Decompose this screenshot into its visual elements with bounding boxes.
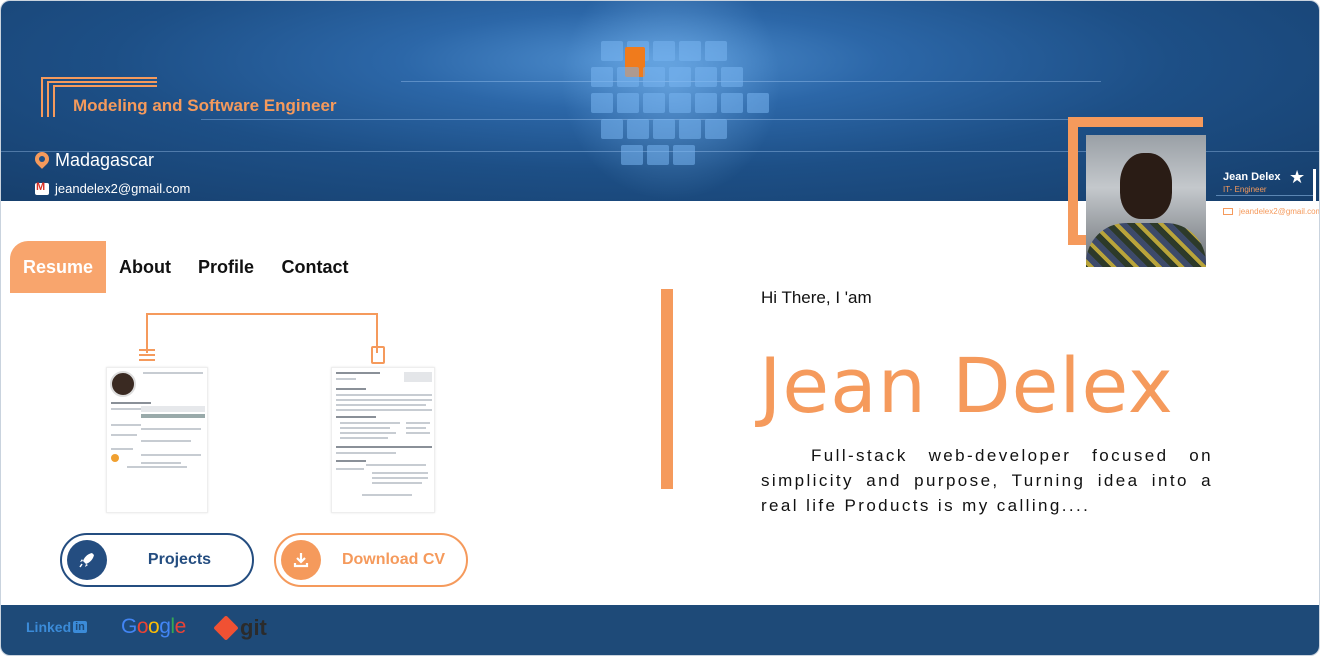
profile-card-email[interactable]: jeandelex2@gmail.com [1223,207,1319,216]
linkedin-icon-box: in [73,621,87,633]
banner-cube-graphic [581,11,781,191]
download-icon [281,540,321,580]
gmail-icon [35,181,49,195]
projects-button-label: Projects [147,551,212,568]
download-cv-button[interactable]: Download CV [274,533,468,587]
tab-resume[interactable]: Resume [10,241,106,293]
rocket-icon [67,540,107,580]
list-icon [139,349,155,365]
projects-button[interactable]: Projects [60,533,254,587]
location-text: Madagascar [55,150,155,170]
header-email[interactable]: jeandelex2@gmail.com [35,181,190,196]
git-icon [213,615,239,641]
tab-contact[interactable]: Contact [277,241,353,293]
page-frame: Modeling and Software Engineer Madagasca… [0,0,1320,656]
profile-card-email-text[interactable]: jeandelex2@gmail.com [1239,207,1319,216]
section-divider [661,289,673,489]
greeting-text: Hi There, I 'am [761,288,872,307]
job-title: Modeling and Software Engineer [73,96,337,115]
cv-connector-line [146,313,378,353]
tagline: Full-stack web-developer focused on simp… [761,446,1213,515]
google-link[interactable]: Google [121,615,186,639]
profile-photo [1086,135,1206,267]
header-email-text[interactable]: jeandelex2@gmail.com [55,181,190,196]
star-icon[interactable]: ★ [1289,167,1305,188]
profile-card-role: IT- Engineer [1223,185,1267,194]
map-pin-icon [35,152,49,170]
profile-card-name: Jean Delex [1223,171,1281,183]
footer-bar [1,605,1319,655]
git-label: git [240,615,267,640]
resume-preview-web[interactable] [106,367,208,513]
tab-profile[interactable]: Profile [191,241,261,293]
document-icon [371,346,385,364]
download-cv-button-label: Download CV [341,551,446,568]
resume-preview-pdf[interactable] [331,367,435,513]
tab-about[interactable]: About [113,241,177,293]
location: Madagascar [35,150,154,171]
profile-card-divider [1216,195,1316,196]
linkedin-link[interactable]: Linked in [26,619,87,635]
profile-card-bar [1313,169,1316,201]
envelope-icon [1223,208,1233,215]
linkedin-icon-text: Linked [26,619,72,635]
git-link[interactable]: git [213,615,267,641]
hero-name: Jean Delex [759,341,1174,430]
